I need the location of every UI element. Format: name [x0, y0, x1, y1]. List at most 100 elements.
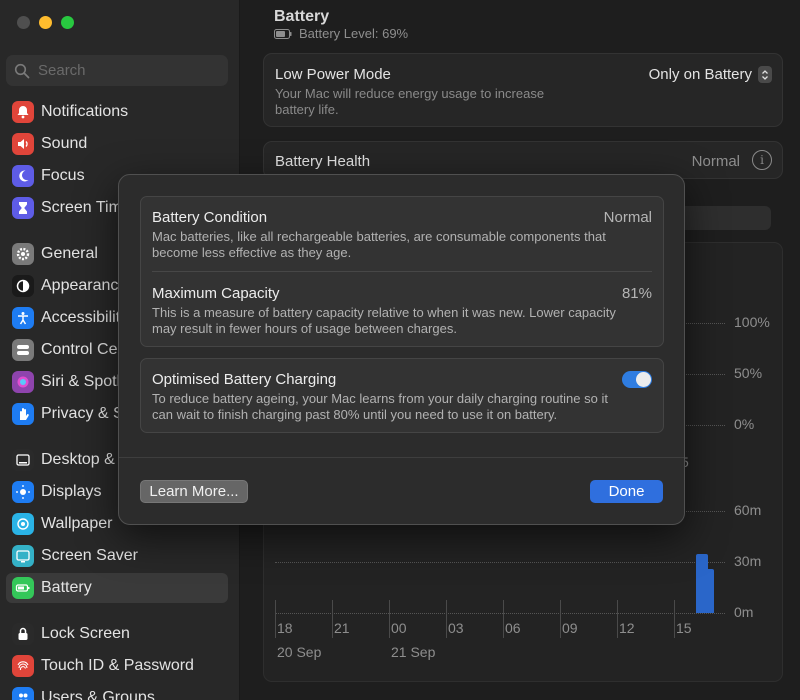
sidebar-item-notifications[interactable]: Notifications: [6, 97, 228, 127]
sidebar-item-label: Displays: [41, 483, 102, 500]
level-tick-label: 0%: [734, 416, 755, 432]
optimised-charging-description: To reduce battery ageing, your Mac learn…: [152, 391, 608, 422]
battery-level-text: Battery Level: 69%: [299, 26, 409, 41]
divider: [119, 457, 684, 458]
maximum-capacity-description: This is a measure of battery capacity re…: [152, 305, 616, 336]
sidebar-item-screen-saver[interactable]: Screen Saver: [6, 541, 228, 571]
usage-tick-label: 30m: [734, 553, 762, 569]
sun-icon: [12, 481, 34, 503]
date-tick-label: 20 Sep: [277, 644, 322, 660]
hour-tick-label: 00: [391, 620, 407, 636]
low-power-mode-description: Your Mac will reduce energy usage to inc…: [275, 86, 545, 117]
fingerprint-icon: [12, 655, 34, 677]
hour-tick-label: 15: [676, 620, 692, 636]
sidebar-item-label: Lock Screen: [41, 625, 130, 642]
minimize-window-button[interactable]: [39, 16, 52, 29]
sidebar-item-label: General: [41, 245, 98, 262]
hour-tick-label: 12: [619, 620, 635, 636]
hour-tick-line: [332, 600, 333, 638]
search-icon: [14, 63, 30, 78]
hour-tick-label: 03: [448, 620, 464, 636]
hand-icon: [12, 403, 34, 425]
search-input[interactable]: [38, 62, 218, 79]
hour-tick-line: [275, 600, 276, 638]
maximum-capacity-title: Maximum Capacity: [152, 285, 280, 302]
optimised-charging-title: Optimised Battery Charging: [152, 371, 337, 388]
battery-health-dialog: Battery Condition Normal Mac batteries, …: [118, 174, 685, 525]
low-power-mode-value: Only on Battery: [648, 66, 752, 83]
gridline: [275, 613, 725, 614]
info-icon[interactable]: i: [752, 150, 772, 170]
sidebar-item-label: Users & Groups: [41, 689, 155, 700]
usage-tick-label: 0m: [734, 604, 754, 620]
hour-tick-line: [674, 600, 675, 638]
sidebar-item-users-groups[interactable]: Users & Groups: [6, 683, 228, 700]
done-button[interactable]: Done: [590, 480, 663, 503]
sidebar-item-label: Accessibility: [41, 309, 129, 326]
divider: [152, 271, 652, 272]
accessibility-icon: [12, 307, 34, 329]
moon-icon: [12, 165, 34, 187]
battery-info-card: Battery Condition Normal Mac batteries, …: [140, 196, 664, 347]
hour-tick-label: 18: [277, 620, 293, 636]
dock-icon: [12, 449, 34, 471]
low-power-mode-select[interactable]: Only on Battery: [649, 66, 772, 83]
low-power-mode-title: Low Power Mode: [275, 66, 391, 83]
hour-tick-label: 09: [562, 620, 578, 636]
level-tick-label: 50%: [734, 365, 763, 381]
sidebar-item-lock-screen[interactable]: Lock Screen: [6, 619, 228, 649]
battery-level-status: Battery Level: 69%: [274, 26, 408, 41]
toggle-knob: [636, 372, 651, 387]
wallpaper-icon: [12, 513, 34, 535]
sidebar-item-label: Focus: [41, 167, 85, 184]
sidebar-item-sound[interactable]: Sound: [6, 129, 228, 159]
speaker-icon: [12, 133, 34, 155]
users-icon: [12, 687, 34, 700]
gridline: [275, 562, 725, 563]
battery-condition-title: Battery Condition: [152, 209, 268, 226]
level-tick-label: 100%: [734, 314, 770, 330]
close-window-button[interactable]: [17, 16, 30, 29]
battery-condition-description: Mac batteries, like all rechargeable bat…: [152, 229, 606, 260]
battery-condition-value: Normal: [603, 209, 652, 226]
lock-icon: [12, 623, 34, 645]
bell-icon: [12, 101, 34, 123]
maximum-capacity-value: 81%: [621, 285, 652, 302]
sidebar-item-label: Wallpaper: [41, 515, 113, 532]
page-title: Battery: [274, 8, 330, 25]
sidebar-item-label: Sound: [41, 135, 88, 152]
sidebar-item-label: Screen Saver: [41, 547, 138, 564]
learn-more-button[interactable]: Learn More...: [140, 480, 248, 503]
sidebar-item-label: Touch ID & Password: [41, 657, 194, 674]
optimised-charging-card: Optimised Battery Charging To reduce bat…: [140, 358, 664, 433]
siri-icon: [12, 371, 34, 393]
battery-icon: [12, 577, 34, 599]
hour-tick-line: [503, 600, 504, 638]
hour-tick-line: [617, 600, 618, 638]
sidebar-item-label: Battery: [41, 579, 92, 596]
sidebar-item-battery[interactable]: Battery: [6, 573, 228, 603]
usage-tick-label: 60m: [734, 502, 762, 518]
hour-tick-line: [446, 600, 447, 638]
optimised-charging-toggle[interactable]: [622, 371, 652, 388]
window-controls: [17, 16, 74, 29]
sidebar-item-label: Appearance: [41, 277, 128, 294]
search-field[interactable]: [6, 55, 228, 86]
usage-bar: [702, 568, 714, 613]
chevron-up-down-icon: [758, 66, 772, 83]
low-power-mode-card: Low Power Mode Your Mac will reduce ener…: [263, 53, 783, 127]
control-centre-icon: [12, 339, 34, 361]
segmented-control[interactable]: s: [671, 206, 771, 230]
appearance-icon: [12, 275, 34, 297]
sidebar-item-touch-id-password[interactable]: Touch ID & Password: [6, 651, 228, 681]
hour-tick-line: [560, 600, 561, 638]
sidebar-item-label: Notifications: [41, 103, 129, 120]
gear-icon: [12, 243, 34, 265]
date-tick-label: 21 Sep: [391, 644, 436, 660]
battery-health-value: Normal: [691, 153, 740, 170]
battery-icon: [274, 28, 292, 39]
maximize-window-button[interactable]: [61, 16, 74, 29]
hourglass-icon: [12, 197, 34, 219]
hour-tick-label: 06: [505, 620, 521, 636]
screen-saver-icon: [12, 545, 34, 567]
